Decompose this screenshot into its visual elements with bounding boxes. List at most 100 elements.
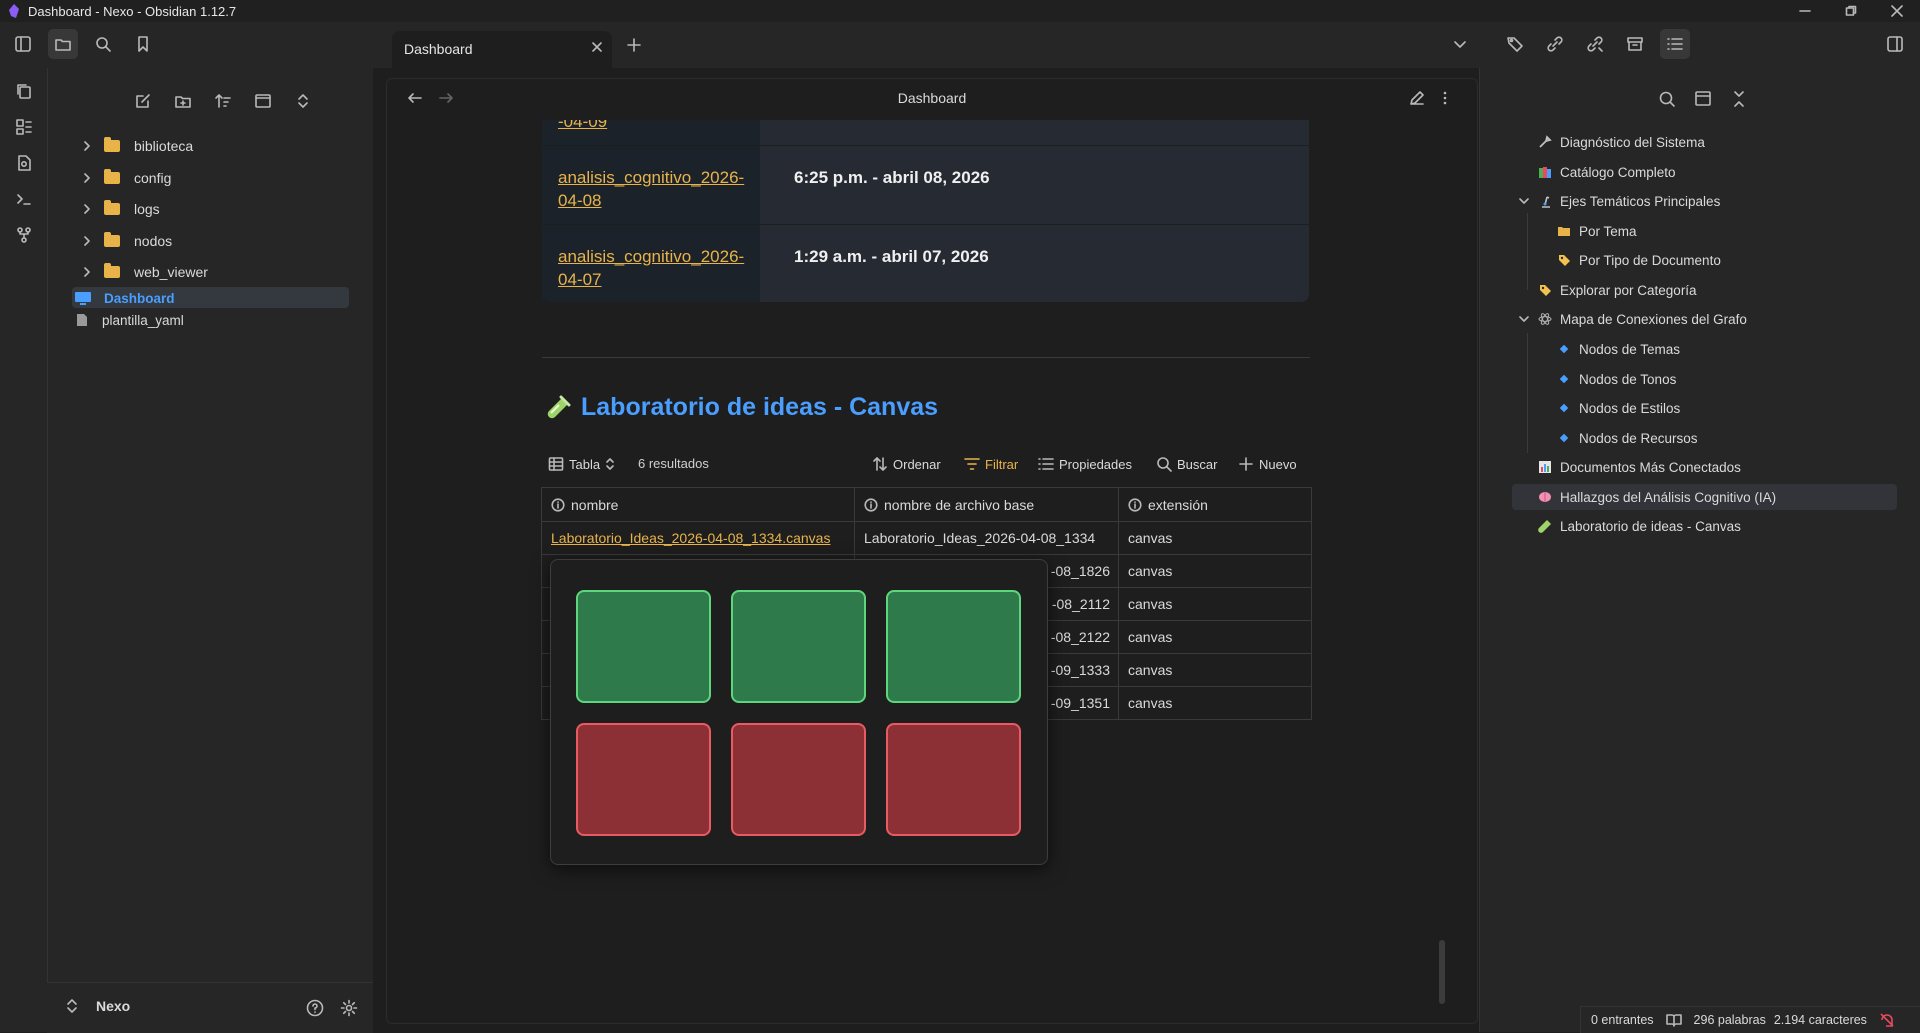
outline-item-catalogo[interactable]: Catálogo Completo	[1538, 160, 1676, 184]
outline-toolbar	[1657, 89, 1749, 109]
table-row: analisis_cognitivo_2026-04-07 1:29 a.m. …	[542, 224, 1309, 302]
outline-item-documentos[interactable]: Documentos Más Conectados	[1538, 455, 1741, 479]
archive-view-button[interactable]	[1620, 29, 1650, 59]
outline-item-nodos-estilos[interactable]: Nodos de Estilos	[1557, 396, 1680, 420]
backlinks-view-button[interactable]	[1540, 29, 1570, 59]
canvas-card[interactable]	[886, 590, 1021, 703]
canvas-card[interactable]	[576, 590, 711, 703]
bookmark-icon	[138, 36, 148, 52]
outline-item-mapa[interactable]: Mapa de Conexiones del Grafo	[1518, 307, 1747, 331]
tab-bar-right-tools	[1500, 29, 1690, 59]
canvas-hover-preview[interactable]	[550, 559, 1048, 865]
nav-back-button[interactable]	[406, 89, 424, 107]
close-tab-button[interactable]	[590, 40, 604, 54]
toggle-left-sidebar-button[interactable]	[8, 29, 38, 59]
sync-error-icon[interactable]	[1879, 1012, 1895, 1028]
sort-button[interactable]: Ordenar	[872, 456, 941, 472]
new-folder-button[interactable]	[168, 86, 198, 116]
open-quick-switcher-button[interactable]	[9, 76, 39, 106]
canvas-card[interactable]	[731, 590, 866, 703]
column-header-extension[interactable]: extensión	[1119, 488, 1310, 521]
tab-dashboard[interactable]: Dashboard	[392, 31, 612, 68]
analysis-link[interactable]: analisis_cognitivo_2026-04-07	[558, 245, 748, 291]
outline-item-nodos-tonos[interactable]: Nodos de Tonos	[1557, 367, 1676, 391]
settings-button[interactable]	[340, 999, 358, 1017]
command-palette-button[interactable]	[9, 184, 39, 214]
canvas-card[interactable]	[576, 723, 711, 836]
outline-item-nodos-recursos[interactable]: Nodos de Recursos	[1557, 426, 1698, 450]
outline-item-por-tema[interactable]: Por Tema	[1557, 219, 1637, 243]
bookmarks-view-button[interactable]	[128, 29, 158, 59]
more-options-button[interactable]	[1440, 89, 1450, 107]
book-open-icon[interactable]	[1665, 1013, 1682, 1027]
outline-item-laboratorio[interactable]: Laboratorio de ideas - Canvas	[1538, 514, 1741, 538]
sidebar-right-icon	[1887, 36, 1903, 52]
outline-item-por-tipo[interactable]: Por Tipo de Documento	[1557, 248, 1721, 272]
table-cell: canvas	[1128, 562, 1173, 579]
filter-icon	[964, 458, 980, 470]
tab-list-dropdown[interactable]	[1452, 36, 1468, 52]
column-header-nombre[interactable]: nombre	[542, 488, 855, 521]
view-switcher[interactable]: Tabla	[548, 456, 615, 472]
files-view-button[interactable]	[48, 29, 78, 59]
folder-plus-icon	[175, 96, 191, 108]
minimize-button[interactable]	[1782, 0, 1828, 22]
help-button[interactable]	[306, 999, 324, 1017]
diamond-icon	[1559, 433, 1569, 443]
sort-button[interactable]	[208, 86, 238, 116]
folder-nodos[interactable]: nodos	[80, 229, 172, 253]
search-icon	[1659, 91, 1675, 107]
analysis-link[interactable]: analisis_cognitivo_2026-04-08	[558, 166, 748, 212]
outline-view-button[interactable]	[1660, 29, 1690, 59]
outline-item-ejes[interactable]: Ejes Temáticos Principales	[1518, 189, 1720, 213]
folder-biblioteca[interactable]: biblioteca	[80, 134, 193, 158]
canvas-card[interactable]	[886, 723, 1021, 836]
close-window-button[interactable]	[1874, 0, 1920, 22]
outline-item-hallazgos[interactable]: Hallazgos del Análisis Cognitivo (IA)	[1538, 485, 1776, 509]
window-title: Dashboard - Nexo - Obsidian 1.12.7	[28, 3, 237, 19]
graph-view-button[interactable]	[9, 220, 39, 250]
canvas-card[interactable]	[731, 723, 866, 836]
maximize-button[interactable]	[1828, 0, 1874, 22]
vault-switcher[interactable]: Nexo	[66, 998, 130, 1014]
canvas-link[interactable]: Laboratorio_Ideas_2026-04-08_1334.canvas	[551, 530, 830, 546]
nav-forward-button[interactable]	[437, 89, 455, 107]
file-plantilla-yaml[interactable]: plantilla_yaml	[74, 308, 184, 332]
tags-view-button[interactable]	[1500, 29, 1530, 59]
open-canvas-button[interactable]	[9, 112, 39, 142]
editor-scrollbar[interactable]	[1439, 940, 1445, 1004]
search-button[interactable]: Buscar	[1156, 456, 1217, 472]
backlinks-count[interactable]: 0 entrantes	[1591, 1013, 1654, 1027]
folder-logs[interactable]: logs	[80, 197, 160, 221]
outline-auto-expand-button[interactable]	[1693, 89, 1713, 109]
folder-label: logs	[134, 201, 160, 217]
column-header-base[interactable]: nombre de archivo base	[855, 488, 1119, 521]
view-title[interactable]: Dashboard	[870, 90, 994, 106]
edit-mode-button[interactable]	[1408, 89, 1426, 107]
auto-reveal-button[interactable]	[248, 86, 278, 116]
folder-config[interactable]: config	[80, 166, 171, 190]
outline-item-explorar[interactable]: Explorar por Categoría	[1538, 278, 1697, 302]
new-note-button[interactable]	[128, 86, 158, 116]
outline-search-button[interactable]	[1657, 89, 1677, 109]
info-icon	[864, 497, 878, 512]
file-dashboard-row[interactable]: Dashboard	[74, 286, 175, 310]
outline-item-diagnostico[interactable]: Diagnóstico del Sistema	[1538, 130, 1705, 154]
table-cell: canvas	[1128, 694, 1173, 711]
plus-icon	[1239, 457, 1253, 471]
new-tab-button[interactable]	[625, 36, 643, 54]
analysis-date: 1:29 a.m. - abril 07, 2026	[794, 247, 989, 266]
folder-web-viewer[interactable]: web_viewer	[80, 260, 208, 284]
toggle-right-sidebar-button[interactable]	[1880, 29, 1910, 59]
outgoing-links-view-button[interactable]	[1580, 29, 1610, 59]
properties-button[interactable]: Propiedades	[1038, 456, 1132, 472]
search-view-button[interactable]	[88, 29, 118, 59]
list-icon	[1038, 458, 1054, 470]
outline-item-nodos-temas[interactable]: Nodos de Temas	[1557, 337, 1680, 361]
new-entry-button[interactable]: Nuevo	[1238, 456, 1297, 472]
filter-button[interactable]: Filtrar	[964, 456, 1018, 472]
clipped-link[interactable]: -04-09	[558, 120, 748, 133]
templates-button[interactable]	[9, 148, 39, 178]
collapse-all-button[interactable]	[288, 86, 318, 116]
outline-collapse-button[interactable]	[1729, 89, 1749, 109]
